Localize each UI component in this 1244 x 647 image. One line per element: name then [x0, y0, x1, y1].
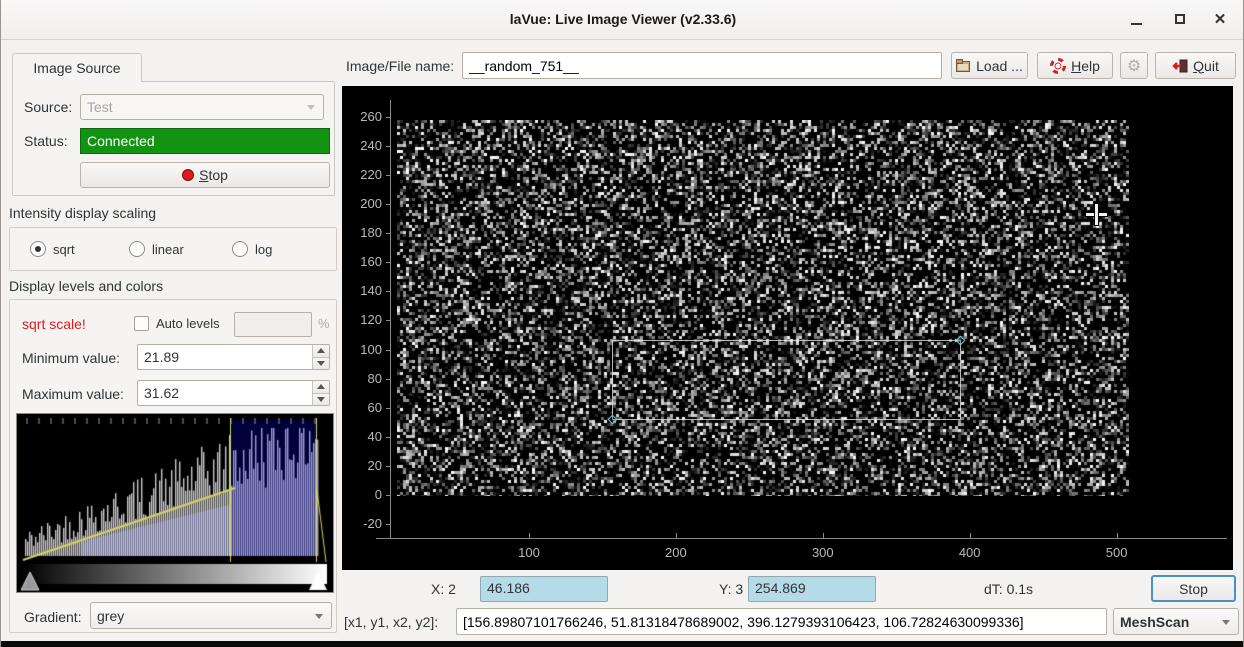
- scale-warning: sqrt scale!: [22, 316, 86, 332]
- y-tick-label: 260: [344, 109, 382, 124]
- y-tick-label: 220: [344, 167, 382, 182]
- y-axis: [390, 100, 391, 538]
- roi-coords-input[interactable]: [456, 608, 1107, 635]
- help-button[interactable]: Help: [1037, 52, 1113, 79]
- radio-icon: [232, 241, 248, 257]
- y-tick-label: -20: [344, 516, 382, 531]
- image-source-pane: Source: Test Status: Connected Stop: [12, 81, 335, 196]
- levels-group: sqrt scale! Auto levels % Minimum value:…: [9, 299, 337, 633]
- chevron-down-icon: [1222, 620, 1230, 625]
- chevron-down-icon: [307, 105, 315, 110]
- source-select[interactable]: Test: [80, 94, 324, 120]
- spin-up-icon[interactable]: [313, 345, 329, 358]
- x-tick-label: 200: [654, 545, 698, 560]
- minimum-label: Minimum value:: [22, 350, 120, 366]
- y-coord-label: Y: 3: [719, 581, 743, 597]
- x-coord-value: 46.186: [480, 576, 608, 602]
- record-dot-icon: [182, 169, 194, 181]
- lifebuoy-icon: [1050, 58, 1066, 74]
- y-tick-label: 60: [344, 400, 382, 415]
- gradient-select[interactable]: grey: [90, 602, 332, 629]
- status-label: Status:: [24, 133, 68, 149]
- exit-door-icon: [1172, 59, 1188, 73]
- x-axis: [376, 538, 1227, 539]
- x-tick-label: 300: [801, 545, 845, 560]
- auto-levels-checkbox[interactable]: Auto levels: [134, 316, 220, 331]
- x-tick-label: 500: [1095, 545, 1139, 560]
- radio-icon: [30, 241, 46, 257]
- maximize-icon[interactable]: [1167, 8, 1193, 32]
- y-tick-label: 160: [344, 254, 382, 269]
- radio-icon: [129, 241, 145, 257]
- quit-button[interactable]: Quit: [1155, 52, 1236, 79]
- auto-levels-percent-input[interactable]: [234, 312, 312, 337]
- dt-label: dT: 0.1s: [984, 581, 1033, 597]
- histogram-widget[interactable]: [16, 413, 334, 593]
- y-tick-label: 100: [344, 342, 382, 357]
- spin-down-icon[interactable]: [313, 358, 329, 370]
- minimum-value-spinbox[interactable]: 21.89: [137, 344, 330, 370]
- y-tick-label: 200: [344, 196, 382, 211]
- y-tick-label: 140: [344, 283, 382, 298]
- window-bottom-edge: [1, 641, 1244, 647]
- y-tick-label: 0: [344, 487, 382, 502]
- scan-mode-select[interactable]: MeshScan: [1113, 608, 1239, 635]
- scaling-section-label: Intensity display scaling: [9, 205, 156, 221]
- levels-section-label: Display levels and colors: [9, 278, 163, 294]
- radio-sqrt[interactable]: sqrt: [30, 241, 75, 257]
- percent-label: %: [318, 316, 330, 331]
- crosshair-cursor-icon: [1086, 204, 1107, 225]
- y-coord-value: 254.869: [748, 576, 876, 602]
- x-tick-label: 400: [948, 545, 992, 560]
- tab-image-source[interactable]: Image Source: [12, 53, 142, 82]
- maximum-label: Maximum value:: [22, 386, 124, 402]
- x-coord-label: X: 2: [431, 581, 456, 597]
- y-tick-label: 180: [344, 225, 382, 240]
- y-tick-label: 20: [344, 458, 382, 473]
- titlebar: laVue: Live Image Viewer (v2.33.6) ✕: [1, 0, 1244, 40]
- source-stop-button[interactable]: Stop: [80, 162, 330, 188]
- gradient-label: Gradient:: [24, 609, 82, 625]
- y-tick-label: 240: [344, 138, 382, 153]
- stop-button[interactable]: Stop: [1151, 575, 1236, 602]
- gear-icon[interactable]: ⚙: [1120, 52, 1148, 79]
- app-window: laVue: Live Image Viewer (v2.33.6) ✕ Ima…: [0, 0, 1244, 647]
- filename-input[interactable]: [462, 52, 942, 79]
- spin-down-icon[interactable]: [313, 394, 329, 406]
- maximum-value-spinbox[interactable]: 31.62: [137, 380, 330, 406]
- y-tick-label: 80: [344, 371, 382, 386]
- scaling-group: sqrt linear log: [9, 227, 337, 271]
- folder-icon: [956, 59, 971, 72]
- spin-up-icon[interactable]: [313, 381, 329, 394]
- window-title: laVue: Live Image Viewer (v2.33.6): [1, 11, 1244, 27]
- live-noise-image[interactable]: [397, 120, 1129, 496]
- image-plot-area[interactable]: 260240220200180160140120100806040200-20 …: [342, 86, 1233, 570]
- source-label: Source:: [24, 99, 72, 115]
- x-tick-label: 100: [507, 545, 551, 560]
- checkbox-icon: [134, 316, 149, 331]
- load-button[interactable]: Load ...: [951, 52, 1028, 79]
- radio-linear[interactable]: linear: [129, 241, 184, 257]
- roi-coords-label: [x1, y1, x2, y2]:: [344, 614, 438, 630]
- filename-label: Image/File name:: [346, 58, 454, 74]
- chevron-down-icon: [315, 614, 323, 619]
- histogram-canvas[interactable]: [17, 414, 333, 592]
- roi-selection-rect[interactable]: [612, 340, 961, 420]
- y-tick-label: 40: [344, 429, 382, 444]
- radio-log[interactable]: log: [232, 241, 272, 257]
- y-tick-label: 120: [344, 312, 382, 327]
- close-icon[interactable]: ✕: [1207, 8, 1233, 32]
- status-badge: Connected: [80, 128, 330, 154]
- minimize-icon[interactable]: [1123, 8, 1149, 32]
